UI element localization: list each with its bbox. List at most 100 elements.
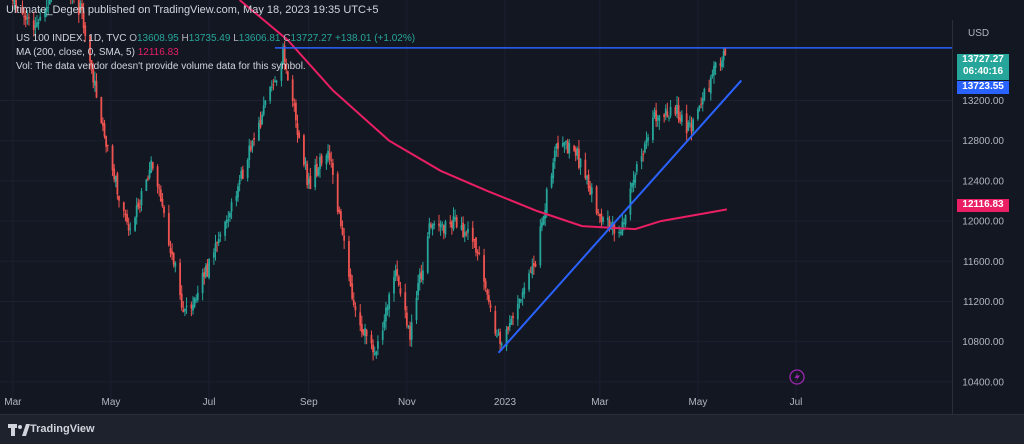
candle-body xyxy=(631,183,633,188)
tradingview-brand[interactable]: TradingView xyxy=(30,423,95,435)
candle-body xyxy=(95,81,98,98)
candle-body xyxy=(444,221,447,235)
candle-body xyxy=(229,212,231,218)
candle-body xyxy=(415,297,418,321)
candle-body xyxy=(555,144,558,149)
current-price-tag: 13727.27 06:40:16 xyxy=(957,54,1009,80)
candle-body xyxy=(708,88,711,92)
candle-body xyxy=(264,100,267,106)
candle-body xyxy=(484,280,487,288)
candle-body xyxy=(309,175,312,190)
candle-body xyxy=(507,326,510,330)
candle-body xyxy=(598,214,601,217)
candle-body xyxy=(185,305,188,307)
symbol-label: US 100 INDEX, 1D, TVC xyxy=(16,33,127,44)
candle-body xyxy=(439,224,442,228)
legend-vol-row[interactable]: Vol: The data vendor doesn't provide vol… xyxy=(16,60,415,74)
candle-body xyxy=(227,219,230,221)
horizontal-line-price-tag: 13723.55 xyxy=(957,81,1009,94)
candle-body xyxy=(690,123,693,132)
candle-body xyxy=(602,217,604,222)
candle-body xyxy=(508,323,511,328)
candle-body xyxy=(431,224,434,230)
candle-body xyxy=(237,186,239,198)
candle-body xyxy=(393,276,395,294)
candle-body xyxy=(161,198,164,207)
candle-body xyxy=(455,217,458,228)
candle-body xyxy=(24,15,27,20)
candle-body xyxy=(11,0,14,2)
candle-body xyxy=(314,164,317,188)
candle-body xyxy=(116,173,119,195)
candle-body xyxy=(634,174,637,183)
candle-body xyxy=(291,79,294,101)
candle-body xyxy=(719,63,722,66)
candle-body xyxy=(377,341,379,349)
candle-body xyxy=(388,294,391,309)
candle-body xyxy=(465,233,468,235)
candle-body xyxy=(528,273,530,290)
candle-body xyxy=(394,269,397,277)
x-tick-label: Jul xyxy=(203,397,216,408)
candle-body xyxy=(714,62,717,68)
candle-body xyxy=(475,237,477,253)
candle-body xyxy=(587,174,590,189)
candle-body xyxy=(238,180,241,185)
x-tick-label: Mar xyxy=(4,397,22,408)
legend-symbol-row[interactable]: US 100 INDEX, 1D, TVC O13608.95 H13735.4… xyxy=(16,32,415,46)
candle-body xyxy=(674,107,677,115)
y-tick-label: 11200.00 xyxy=(963,297,1004,308)
legend-ma-row[interactable]: MA (200, close, 0, SMA, 5) 12116.83 xyxy=(16,46,415,60)
low-value: 13606.81 xyxy=(238,33,281,44)
candle-body xyxy=(359,312,362,326)
candle-body xyxy=(497,333,500,335)
candle-body xyxy=(642,153,645,156)
candle-body xyxy=(193,297,196,307)
y-tick-label: 12000.00 xyxy=(962,217,1004,228)
candle-body xyxy=(529,271,532,273)
candle-body xyxy=(137,202,140,207)
x-tick-label: Nov xyxy=(398,397,416,408)
candle-body xyxy=(140,190,143,206)
y-tick-label: 10800.00 xyxy=(962,337,1004,348)
candle-body xyxy=(106,145,109,147)
candle-body xyxy=(632,179,635,186)
candle-body xyxy=(418,273,421,284)
candle-body xyxy=(595,186,598,214)
candle-body xyxy=(679,117,682,122)
candle-body xyxy=(420,271,423,279)
published-by-header: Ultimate_Degen published on TradingView.… xyxy=(6,4,379,16)
candle-body xyxy=(449,222,452,224)
candle-body xyxy=(584,159,587,178)
candle-body xyxy=(700,103,703,105)
candle-body xyxy=(34,25,37,28)
candle-body xyxy=(687,122,690,131)
open-value: 13608.95 xyxy=(136,33,179,44)
candle-body xyxy=(685,113,688,134)
x-tick-label: Sep xyxy=(300,397,318,408)
currency-label[interactable]: USD xyxy=(968,28,989,39)
candle-body xyxy=(523,287,526,294)
candle-body xyxy=(407,325,410,328)
candle-body xyxy=(471,227,474,242)
candle-body xyxy=(23,15,26,17)
candle-body xyxy=(463,231,466,237)
candle-body xyxy=(179,262,182,296)
candle-body xyxy=(124,213,127,216)
y-tick-label: 12400.00 xyxy=(962,176,1004,187)
candle-body xyxy=(653,112,656,118)
candle-body xyxy=(190,304,193,309)
candle-body xyxy=(433,223,436,226)
candle-body xyxy=(385,307,387,322)
candle-body xyxy=(113,168,116,180)
candle-body xyxy=(253,138,255,140)
candle-body xyxy=(518,298,521,303)
candle-body xyxy=(156,166,159,187)
candle-body xyxy=(111,145,114,171)
vol-message: The data vendor doesn't provide volume d… xyxy=(35,61,306,72)
candle-body xyxy=(452,216,455,229)
candle-body xyxy=(304,161,307,164)
tradingview-logo-icon[interactable] xyxy=(8,423,30,437)
candle-body xyxy=(473,239,476,241)
candle-body xyxy=(438,223,440,226)
